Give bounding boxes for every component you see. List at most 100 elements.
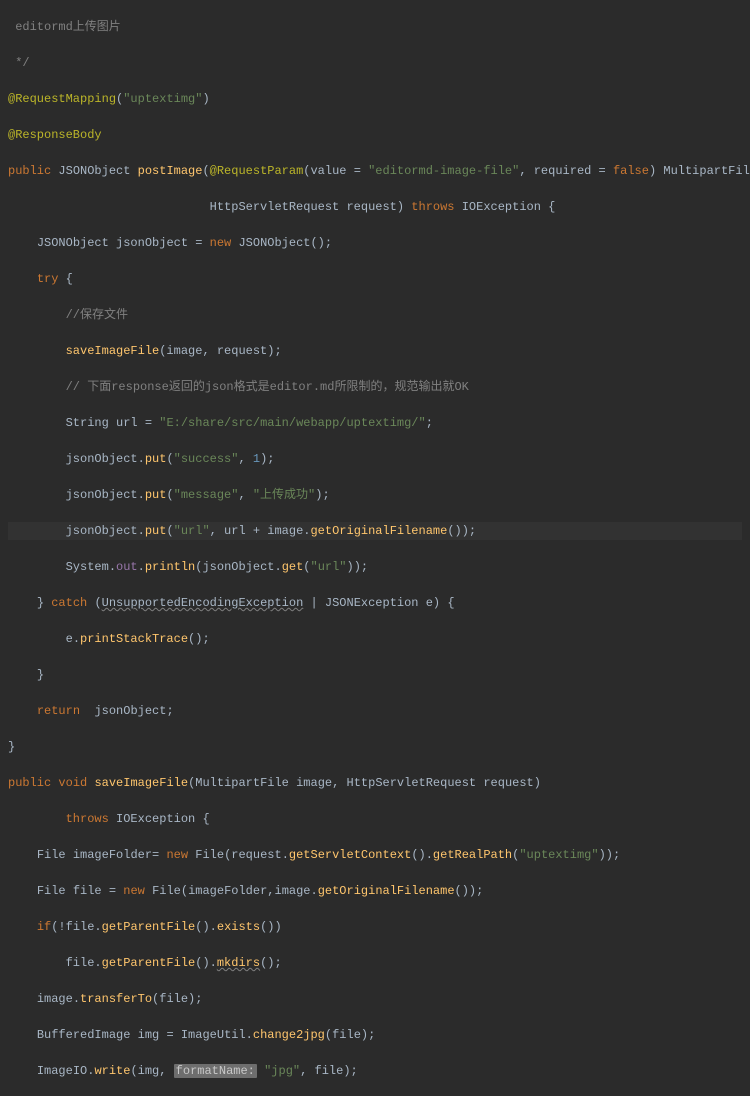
number-literal: 1 [253,452,260,466]
code-line: BufferedImage img = ImageUtil.change2jpg… [8,1026,742,1044]
keyword: throws [411,200,454,214]
code-line: // 下面response返回的json格式是editor.md所限制的，规范输… [8,378,742,396]
code-line: //保存文件 [8,306,742,324]
type: String [66,416,109,430]
type: JSONObject [58,164,130,178]
type: IOException [462,200,541,214]
type: File [37,848,66,862]
method-name: saveImageFile [94,776,188,790]
string-literal: "jpg" [264,1064,300,1078]
string-literal: "E:/share/src/main/webapp/uptextimg/" [159,416,425,430]
keyword: try [37,272,59,286]
variable: jsonObject [116,236,188,250]
code-line: saveImageFile(image, request); [8,342,742,360]
string-literal: "url" [174,524,210,538]
method-call: mkdirs [217,956,260,970]
code-line: File imageFolder= new File(request.getSe… [8,846,742,864]
keyword: public [8,776,51,790]
method-call: getServletContext [289,848,411,862]
keyword: throws [66,812,109,826]
string-literal: "上传成功" [253,488,315,502]
method-call: change2jpg [253,1028,325,1042]
type: JSONObject [37,236,109,250]
type: MultipartFile [195,776,289,790]
code-line: HttpServletRequest request) throws IOExc… [8,198,742,216]
method-call: get [282,560,304,574]
method-call: println [145,560,195,574]
code-line: @ResponseBody [8,126,742,144]
string-literal: "message" [174,488,239,502]
code-line: jsonObject.put("success", 1); [8,450,742,468]
method-call: getOriginalFilename [310,524,447,538]
code-line: editormd上传图片 [8,18,742,36]
code-line: ImageIO.write(img, formatName: "jpg", fi… [8,1062,742,1080]
annotation: @RequestMapping [8,92,116,106]
code-line: throws IOException { [8,810,742,828]
method-call: getOriginalFilename [318,884,455,898]
comment-text: editormd上传图片 [8,20,121,34]
type: JSONException [325,596,419,610]
variable: e [426,596,433,610]
method-call: put [145,452,167,466]
type: MultipartFile [663,164,750,178]
method-call: saveImageFile [66,344,160,358]
keyword: new [210,236,232,250]
code-line: @RequestMapping("uptextimg") [8,90,742,108]
annotation: @RequestParam [210,164,304,178]
type: UnsupportedEncodingException [102,596,304,610]
string-literal: "uptextimg" [123,92,202,106]
code-line-highlighted: jsonObject.put("url", url + image.getOri… [8,522,742,540]
type: File [37,884,66,898]
method-call: exists [217,920,260,934]
keyword: false [613,164,649,178]
code-line: public JSONObject postImage(@RequestPara… [8,162,742,180]
keyword: public [8,164,51,178]
keyword: return [37,704,80,718]
code-line: System.out.println(jsonObject.get("url")… [8,558,742,576]
comment-text: // 下面response返回的json格式是editor.md所限制的，规范输… [66,380,469,394]
code-line: File file = new File(imageFolder,image.g… [8,882,742,900]
variable: file [73,884,102,898]
keyword: void [58,776,87,790]
code-line: } [8,666,742,684]
variable: img [138,1028,160,1042]
type: ImageUtil [181,1028,246,1042]
code-line: String url = "E:/share/src/main/webapp/u… [8,414,742,432]
variable: url [116,416,138,430]
method-name: postImage [138,164,203,178]
string-literal: "success" [174,452,239,466]
method-call: getParentFile [102,956,196,970]
method-call: put [145,524,167,538]
type: ImageIO [37,1064,87,1078]
method-call: getRealPath [433,848,512,862]
keyword: new [166,848,188,862]
code-line: jsonObject.put("message", "上传成功"); [8,486,742,504]
code-line: if(!file.getParentFile().exists()) [8,918,742,936]
parameter-hint: formatName: [174,1064,257,1078]
comment-text: //保存文件 [66,308,128,322]
annotation: @ResponseBody [8,128,102,142]
type: HttpServletRequest [210,200,340,214]
method-call: printStackTrace [80,632,188,646]
type: System [66,560,109,574]
code-line: return jsonObject; [8,702,742,720]
code-line: } [8,738,742,756]
method-call: transferTo [80,992,152,1006]
param-label: value = [310,164,368,178]
type: BufferedImage [37,1028,131,1042]
string-literal: "editormd-image-file" [368,164,519,178]
parameter: request [346,200,396,214]
field: out [116,560,138,574]
code-line: image.transferTo(file); [8,990,742,1008]
code-editor[interactable]: editormd上传图片 */ @RequestMapping("uptexti… [0,0,750,1096]
type: File [195,848,224,862]
code-line: } catch (UnsupportedEncodingException | … [8,594,742,612]
code-line: try { [8,270,742,288]
keyword: catch [51,596,87,610]
type: File [152,884,181,898]
type: JSONObject [238,236,310,250]
variable: imageFolder [73,848,152,862]
param-label: , required = [519,164,613,178]
method-call: put [145,488,167,502]
code-line: public void saveImageFile(MultipartFile … [8,774,742,792]
